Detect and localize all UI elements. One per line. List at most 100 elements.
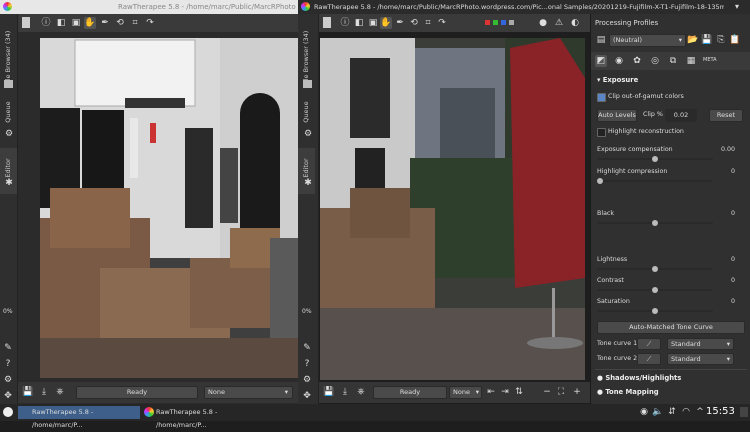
luminance-channel-icon[interactable] bbox=[509, 20, 514, 25]
before-after-icon[interactable]: ◧ bbox=[55, 17, 67, 29]
copy-profile-icon[interactable]: ⎘ bbox=[715, 34, 727, 46]
tab-detail-icon[interactable]: ◉ bbox=[613, 55, 625, 67]
fullscreen-icon[interactable]: ✥ bbox=[2, 390, 14, 402]
left-preview-image[interactable] bbox=[40, 38, 299, 378]
auto-matched-tone-curve-button[interactable]: Auto-Matched Tone Curve bbox=[597, 321, 745, 334]
preview-icon[interactable]: ▣ bbox=[367, 17, 379, 29]
window-menu-icon[interactable]: ▾ bbox=[735, 0, 739, 14]
paste-profile-icon[interactable]: 📋 bbox=[729, 34, 741, 46]
right-profile-select[interactable]: None ▾ bbox=[449, 386, 482, 399]
show-desktop-icon[interactable] bbox=[740, 407, 748, 417]
taskbar-item-window1[interactable]: RawTherapee 5.8 - /home/marc/P... bbox=[18, 406, 140, 429]
settings-icon[interactable]: ⚙ bbox=[2, 374, 14, 386]
clip-gamut-checkbox[interactable] bbox=[597, 93, 606, 102]
tab-raw-icon[interactable]: ▦ bbox=[685, 55, 697, 67]
start-menu-icon[interactable] bbox=[3, 407, 13, 417]
warning-icon[interactable]: ⚠ bbox=[553, 17, 565, 29]
focus-mask-icon[interactable]: ● bbox=[537, 17, 549, 29]
queue-add-icon[interactable]: ⤓ bbox=[339, 386, 351, 398]
network-icon[interactable]: ⇵ bbox=[666, 406, 678, 418]
contrast-slider[interactable] bbox=[597, 287, 713, 293]
green-channel-icon[interactable] bbox=[493, 20, 498, 25]
profile-select[interactable]: (Neutral) ▾ bbox=[609, 34, 686, 47]
right-preview-image[interactable] bbox=[320, 38, 585, 380]
blue-channel-icon[interactable] bbox=[501, 20, 506, 25]
info-icon[interactable]: ⓘ bbox=[339, 17, 351, 29]
color-picker-icon[interactable]: ✎ bbox=[2, 342, 14, 354]
white-balance-picker-icon[interactable]: ✒ bbox=[99, 17, 111, 29]
tone-mapping-header[interactable]: ● Tone Mapping bbox=[591, 386, 750, 398]
hand-tool-icon[interactable]: ✋ bbox=[84, 17, 96, 29]
auto-levels-button[interactable]: Auto Levels bbox=[597, 109, 637, 122]
slider-knob[interactable] bbox=[652, 266, 658, 272]
save-icon[interactable]: 💾 bbox=[22, 386, 34, 398]
help-icon[interactable]: ? bbox=[301, 358, 313, 370]
crop-icon[interactable]: ⌗ bbox=[422, 17, 434, 29]
right-window-titlebar[interactable]: RawTherapee 5.8 - /home/marc/Public/Marc… bbox=[298, 0, 750, 14]
straighten-icon[interactable]: ⟲ bbox=[114, 17, 126, 29]
external-editor-icon[interactable]: ⎈ bbox=[355, 386, 367, 398]
tab-color-icon[interactable]: ✿ bbox=[631, 55, 643, 67]
exposure-comp-value[interactable]: 0.00 bbox=[721, 146, 735, 153]
red-channel-icon[interactable] bbox=[485, 20, 490, 25]
tone-curve1-select[interactable]: Standard ▾ bbox=[667, 338, 734, 350]
save-icon[interactable]: 💾 bbox=[323, 386, 335, 398]
settings-icon[interactable]: ⚙ bbox=[301, 374, 313, 386]
preview-icon[interactable]: ▣ bbox=[70, 17, 82, 29]
tone-curve2-edit-icon[interactable]: ⟋ bbox=[637, 353, 661, 365]
highlight-comp-value[interactable]: 0 bbox=[731, 168, 735, 175]
zoom-fit-icon[interactable]: ⛶ bbox=[555, 386, 567, 398]
lightness-slider[interactable] bbox=[597, 266, 713, 272]
tab-advanced-icon[interactable]: ◎ bbox=[649, 55, 661, 67]
exposure-header[interactable]: ▾ Exposure bbox=[591, 74, 750, 86]
left-profile-select[interactable]: None ▾ bbox=[204, 386, 293, 399]
open-folder-icon[interactable]: 📂 bbox=[687, 34, 699, 46]
contrast-value[interactable]: 0 bbox=[731, 277, 735, 284]
next-image-icon[interactable]: ⇥ bbox=[499, 386, 511, 398]
black-value[interactable]: 0 bbox=[731, 210, 735, 217]
saturation-value[interactable]: 0 bbox=[731, 298, 735, 305]
slider-knob[interactable] bbox=[652, 156, 658, 162]
queue-add-icon[interactable]: ⤓ bbox=[38, 386, 50, 398]
left-window-titlebar[interactable]: RawTherapee 5.8 - /home/marc/Public/Marc… bbox=[0, 0, 300, 14]
exposure-comp-slider[interactable] bbox=[597, 156, 713, 162]
external-editor-icon[interactable]: ⎈ bbox=[54, 386, 66, 398]
wifi-icon[interactable]: ◠ bbox=[680, 406, 692, 418]
rotate-icon[interactable]: ↷ bbox=[436, 17, 448, 29]
highlight-comp-slider[interactable] bbox=[597, 178, 713, 184]
taskbar-item-window2[interactable]: RawTherapee 5.8 - /home/marc/P... bbox=[142, 406, 264, 429]
image-settings-icon[interactable]: ◐ bbox=[569, 17, 581, 29]
shadows-highlights-header[interactable]: ● Shadows/Highlights bbox=[591, 372, 750, 384]
zoom-in-icon[interactable]: + bbox=[571, 386, 583, 398]
previous-image-icon[interactable]: ⇤ bbox=[485, 386, 497, 398]
tone-curve2-select[interactable]: Standard ▾ bbox=[667, 353, 734, 365]
fullscreen-icon[interactable]: ✥ bbox=[301, 390, 313, 402]
snapshot-icon[interactable] bbox=[22, 17, 30, 28]
color-picker-icon[interactable]: ✎ bbox=[301, 342, 313, 354]
slider-knob[interactable] bbox=[652, 220, 658, 226]
snapshot-icon[interactable] bbox=[323, 17, 331, 28]
tone-curve1-edit-icon[interactable]: ⟋ bbox=[637, 338, 661, 350]
clip-percent-input[interactable]: 0.02 bbox=[665, 109, 697, 122]
saturation-slider[interactable] bbox=[597, 308, 713, 314]
highlight-recon-checkbox[interactable] bbox=[597, 128, 606, 137]
black-slider[interactable] bbox=[597, 220, 713, 226]
clock[interactable]: 15:53 bbox=[706, 406, 735, 417]
before-after-icon[interactable]: ◧ bbox=[353, 17, 365, 29]
slider-knob[interactable] bbox=[652, 308, 658, 314]
straighten-icon[interactable]: ⟲ bbox=[408, 17, 420, 29]
help-icon[interactable]: ? bbox=[2, 358, 14, 370]
crop-icon[interactable]: ⌗ bbox=[129, 17, 141, 29]
zoom-out-icon[interactable]: − bbox=[541, 386, 553, 398]
info-icon[interactable]: ⓘ bbox=[40, 17, 52, 29]
chrome-icon[interactable]: ◉ bbox=[638, 406, 650, 418]
lightness-value[interactable]: 0 bbox=[731, 256, 735, 263]
tab-meta-icon[interactable]: META bbox=[703, 57, 717, 63]
tab-exposure-icon[interactable]: ◩ bbox=[595, 55, 607, 67]
tab-transform-icon[interactable]: ⧉ bbox=[667, 55, 679, 67]
volume-icon[interactable]: 🔈 bbox=[652, 406, 664, 418]
slider-knob[interactable] bbox=[652, 287, 658, 293]
reset-button[interactable]: Reset bbox=[709, 109, 743, 122]
save-profile-icon[interactable]: 💾 bbox=[701, 34, 713, 46]
rotate-icon[interactable]: ↷ bbox=[144, 17, 156, 29]
